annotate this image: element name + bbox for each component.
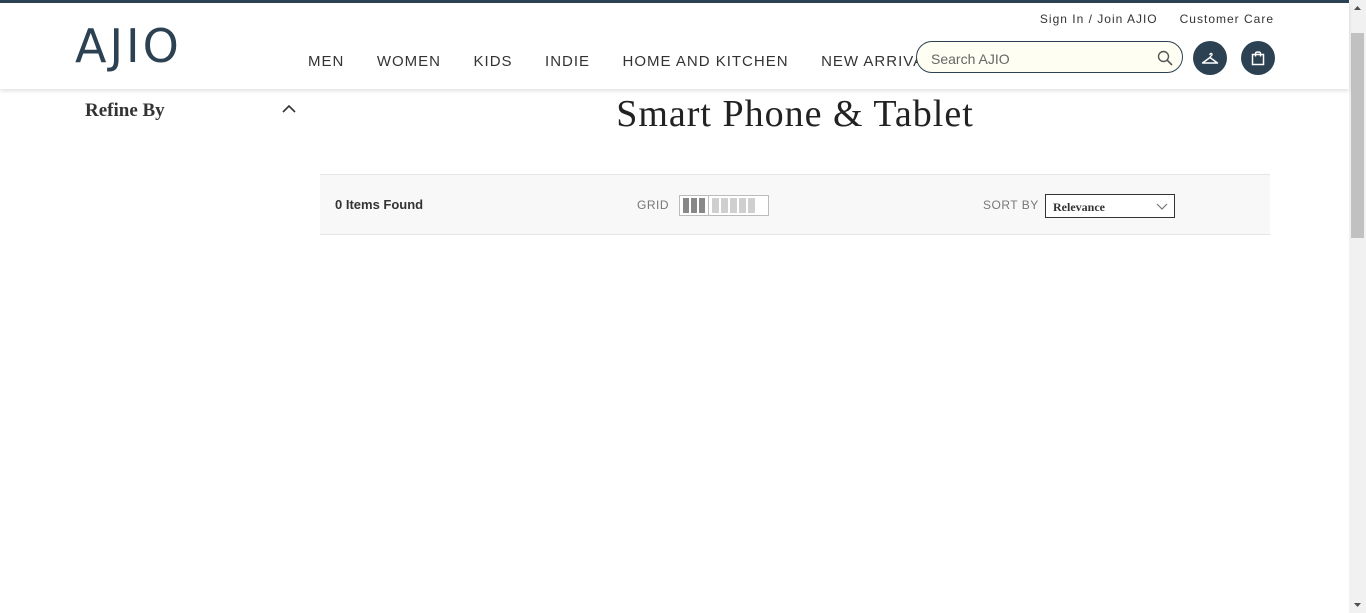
nav-men[interactable]: MEN	[308, 53, 344, 70]
customer-care-link[interactable]: Customer Care	[1180, 12, 1274, 26]
cart-button[interactable]	[1241, 41, 1275, 75]
hanger-icon	[1201, 52, 1219, 64]
nav-women[interactable]: WOMEN	[377, 53, 441, 70]
sign-in-link[interactable]: Sign In / Join AJIO	[1040, 12, 1158, 26]
scroll-down-arrow-icon[interactable]	[1349, 596, 1366, 613]
page-title: Smart Phone & Tablet	[616, 93, 974, 135]
chevron-down-icon	[1156, 203, 1168, 210]
search-box	[916, 41, 1183, 73]
chevron-up-icon[interactable]	[281, 104, 297, 114]
search-input[interactable]	[929, 48, 1153, 70]
shopping-bag-icon	[1251, 51, 1265, 66]
scroll-thumb[interactable]	[1351, 33, 1364, 238]
refine-by-heading: Refine By	[85, 100, 165, 121]
top-links: Sign In / Join AJIO Customer Care	[1040, 12, 1274, 26]
sort-label: SORT BY	[983, 198, 1039, 212]
items-count: 0 Items Found	[335, 197, 424, 212]
wishlist-button[interactable]	[1193, 41, 1227, 75]
nav-kids[interactable]: KIDS	[474, 53, 513, 70]
results-toolbar: 0 Items Found GRID SORT BY Relevance	[320, 174, 1270, 235]
ajio-logo[interactable]: AJIO	[75, 21, 182, 71]
grid-5-option[interactable]	[709, 196, 758, 215]
sort-value: Relevance	[1053, 200, 1105, 214]
site-header: AJIO Sign In / Join AJIO Customer Care M…	[0, 3, 1349, 89]
grid-label: GRID	[637, 198, 669, 212]
scroll-up-arrow-icon[interactable]	[1349, 0, 1366, 17]
vertical-scrollbar[interactable]	[1349, 0, 1366, 613]
grid-3-option[interactable]	[680, 196, 709, 215]
nav-home-and-kitchen[interactable]: HOME AND KITCHEN	[623, 53, 789, 70]
nav-indie[interactable]: INDIE	[545, 53, 590, 70]
grid-toggle	[679, 195, 769, 216]
search-icon[interactable]	[1157, 50, 1173, 66]
main-nav: MEN WOMEN KIDS INDIE HOME AND KITCHEN NE…	[308, 53, 977, 70]
sort-select[interactable]: Relevance	[1045, 194, 1175, 218]
